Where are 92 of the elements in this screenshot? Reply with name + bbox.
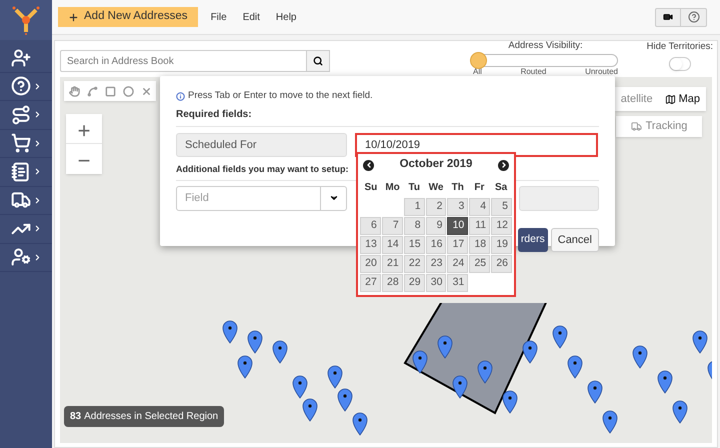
notebook-icon: [10, 162, 30, 182]
hide-territories-label: Hide Territories:: [646, 40, 713, 54]
day-cell[interactable]: 5: [491, 198, 512, 216]
chevron-right-icon: [500, 161, 508, 169]
section-title: Required fields:: [176, 107, 599, 128]
zoom-in-button[interactable]: +: [66, 114, 102, 144]
menu-item[interactable]: Help: [272, 10, 300, 24]
day-cell[interactable]: 11: [469, 217, 490, 235]
menu-item[interactable]: File: [208, 10, 230, 24]
weekday-label: We: [428, 180, 444, 194]
close-icon: [140, 86, 152, 96]
help-icon: [10, 76, 30, 96]
day-cell[interactable]: 6: [360, 217, 381, 235]
previous-month-button[interactable]: [363, 160, 374, 170]
help-icon: [688, 11, 700, 23]
chevron-left-icon: [364, 161, 372, 169]
cart-icon: [10, 133, 30, 154]
slider-stop-label: Routed: [520, 67, 546, 76]
day-cell[interactable]: 22: [404, 255, 425, 273]
day-cell[interactable]: 7: [382, 217, 403, 235]
day-cell[interactable]: 18: [469, 236, 490, 254]
day-cell[interactable]: 16: [426, 236, 446, 254]
day-cell[interactable]: 14: [382, 236, 403, 254]
value-field[interactable]: [519, 186, 599, 211]
video-button[interactable]: [655, 8, 681, 26]
day-cell[interactable]: 3: [447, 198, 468, 216]
route-icon: [10, 104, 30, 125]
weekday-label: Sa: [494, 180, 508, 194]
day-cell[interactable]: 8: [404, 217, 425, 235]
add-user-icon: [10, 48, 30, 68]
slider-track[interactable]: [473, 54, 618, 68]
weekday-label: Su: [363, 180, 378, 194]
user-settings-icon: [10, 247, 30, 268]
day-cell[interactable]: 24: [447, 255, 468, 273]
weekday-label: Fr: [473, 180, 486, 194]
map-type-tab[interactable]: Map: [658, 87, 706, 111]
day-cell[interactable]: 27: [360, 274, 381, 292]
visibility-label: Address Visibility:: [507, 39, 584, 53]
search-field[interactable]: Search in Address Book: [60, 50, 307, 72]
square-icon: [104, 86, 116, 96]
day-cell[interactable]: 20: [360, 255, 381, 273]
truck-icon: [10, 190, 30, 210]
weekday-label: Tu: [408, 180, 422, 194]
day-cell[interactable]: 25: [469, 255, 490, 273]
day-cell[interactable]: 15: [404, 236, 425, 254]
day-cell[interactable]: 26: [491, 255, 512, 273]
cancel-button[interactable]: Cancel: [550, 228, 599, 252]
slider-stop-label: Unrouted: [585, 67, 618, 76]
day-cell[interactable]: 19: [491, 236, 512, 254]
day-cell[interactable]: 29: [404, 274, 425, 292]
weekday-label: Mo: [384, 180, 401, 194]
circle-icon: [122, 86, 134, 96]
search-icon: [313, 56, 323, 66]
day-cell[interactable]: 13: [360, 236, 381, 254]
selection-count: 83: [70, 410, 82, 424]
plus-icon: [68, 12, 79, 22]
logo-icon: [11, 5, 41, 35]
day-cell[interactable]: 1: [404, 198, 425, 216]
tracking-button[interactable]: Tracking: [616, 116, 702, 137]
selection-label: Addresses in Selected Region: [84, 410, 218, 424]
search-button[interactable]: [307, 50, 330, 72]
zoom-out-button[interactable]: −: [66, 144, 102, 174]
primary-button[interactable]: rders: [518, 228, 548, 252]
video-icon: [663, 12, 673, 22]
day-cell[interactable]: 4: [469, 198, 490, 216]
help-button[interactable]: [681, 8, 707, 26]
day-cell[interactable]: 2: [426, 198, 446, 216]
add-addresses-button[interactable]: Add New Addresses: [58, 7, 198, 27]
map-type-tab[interactable]: atellite: [614, 87, 659, 111]
toggle-switch[interactable]: [668, 57, 691, 72]
hint-text: Press Tab or Enter to move to the next field.: [188, 89, 373, 103]
menu-item[interactable]: Edit: [240, 10, 263, 24]
next-month-button[interactable]: [498, 160, 509, 170]
slider-stop-label: All: [473, 67, 482, 76]
day-cell[interactable]: 31: [447, 274, 468, 292]
weekday-label: Th: [450, 180, 465, 194]
draw-tool-button[interactable]: [120, 83, 136, 99]
day-cell[interactable]: 21: [382, 255, 403, 273]
slider-thumb[interactable]: [470, 52, 487, 70]
truck-icon: [630, 121, 642, 132]
day-cell[interactable]: 12: [491, 217, 512, 235]
day-cell[interactable]: 28: [382, 274, 403, 292]
polygon-icon: [86, 86, 98, 96]
day-cell[interactable]: 23: [426, 255, 446, 273]
day-cell[interactable]: 9: [426, 217, 446, 235]
day-cell[interactable]: 30: [426, 274, 446, 292]
info-icon: [176, 92, 185, 101]
map-icon: [664, 94, 676, 104]
day-cell[interactable]: 10: [447, 217, 468, 235]
field-label: Scheduled For: [176, 133, 347, 158]
day-cell[interactable]: 17: [447, 236, 468, 254]
hand-icon: [68, 86, 80, 96]
